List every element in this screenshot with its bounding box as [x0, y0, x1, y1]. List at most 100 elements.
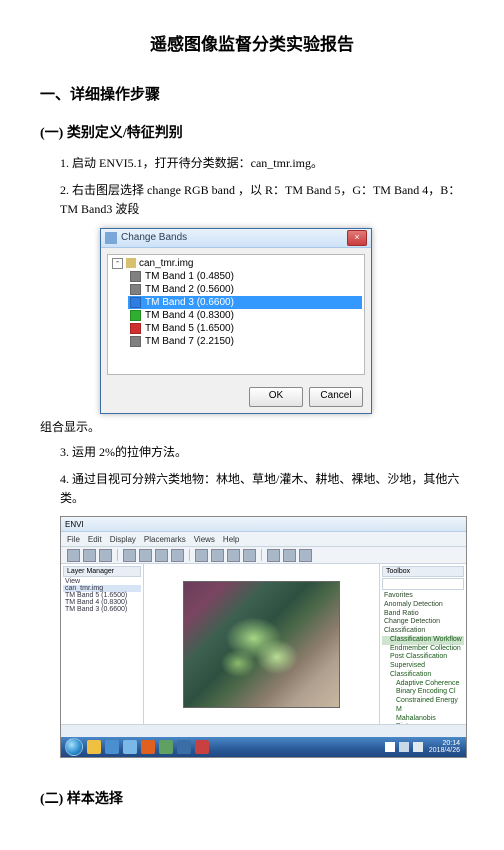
tray-clock[interactable]: 20:14 2018/4/26 [427, 740, 462, 754]
task-envi-icon[interactable] [195, 740, 209, 754]
bands-tree[interactable]: - can_tmr.img TM Band 1 (0.4850)TM Band … [107, 254, 365, 375]
band-label: TM Band 7 (2.2150) [145, 336, 234, 347]
task-wmp-icon[interactable] [123, 740, 137, 754]
menu-item[interactable]: Help [223, 535, 239, 544]
menu-item[interactable]: Display [110, 535, 136, 544]
envi-toolbar[interactable] [61, 547, 466, 564]
toolbar-stretch-icon[interactable] [267, 549, 280, 562]
toolbox-tree-item[interactable]: Anomaly Detection [382, 601, 464, 610]
toolbox-tree-item[interactable]: Change Detection [382, 618, 464, 627]
satellite-image[interactable] [183, 581, 340, 708]
close-icon[interactable]: × [347, 230, 367, 246]
toolbar-zoom-icon[interactable] [139, 549, 152, 562]
toolbox-search-input[interactable] [382, 578, 464, 590]
tree-root-label: can_tmr.img [139, 258, 193, 269]
band-item[interactable]: TM Band 1 (0.4850) [128, 270, 362, 283]
step-1: 1. 启动 ENVI5.1，打开待分类数据：can_tmr.img。 [60, 154, 464, 173]
layer-tree-item[interactable]: View [63, 578, 141, 585]
tree-root-item[interactable]: - can_tmr.img [110, 257, 362, 270]
toolbar-save-icon[interactable] [83, 549, 96, 562]
layer-tree-item[interactable]: TM Band 4 (0.8300) [63, 599, 141, 606]
toolbar-separator [261, 549, 262, 561]
band-label: TM Band 3 (0.6600) [145, 297, 234, 308]
tray-network-icon[interactable] [399, 742, 409, 752]
image-viewport[interactable] [144, 564, 379, 724]
layer-tree-item[interactable]: can_tmr.img [63, 585, 141, 592]
task-word-icon[interactable] [177, 740, 191, 754]
toolbar-data-icon[interactable] [99, 549, 112, 562]
step-2: 2. 右击图层选择 change RGB band ，以 R：TM Band 5… [60, 181, 464, 219]
band-label: TM Band 5 (1.6500) [145, 323, 234, 334]
toolbox-panel[interactable]: Toolbox FavoritesAnomaly DetectionBand R… [379, 564, 466, 724]
step-3: 3. 运用 2%的拉伸方法。 [60, 443, 464, 462]
layer-tree-item[interactable]: TM Band 5 (1.6500) [63, 592, 141, 599]
band-swatch-icon [130, 297, 141, 308]
step-4: 4. 通过目视可分辨六类地物：林地、草地/灌木、耕地、裸地、沙地，其他六类。 [60, 470, 464, 508]
toolbox-tree-item[interactable]: Supervised Classification [382, 662, 464, 680]
band-item[interactable]: TM Band 7 (2.2150) [128, 335, 362, 348]
toolbar-pan-icon[interactable] [123, 549, 136, 562]
band-swatch-icon [130, 271, 141, 282]
toolbox-tree-item[interactable]: Constrained Energy M [382, 697, 464, 715]
band-label: TM Band 1 (0.4850) [145, 271, 234, 282]
toolbar-crosshair-icon[interactable] [171, 549, 184, 562]
task-ie-icon[interactable] [105, 740, 119, 754]
menu-item[interactable]: File [67, 535, 80, 544]
subsection-heading-1: (一) 类别定义/特征判别 [40, 122, 464, 142]
band-swatch-icon [130, 310, 141, 321]
menu-item[interactable]: Placemarks [144, 535, 186, 544]
layer-manager-panel[interactable]: Layer Manager View can_tmr.img TM Band 5… [61, 564, 144, 724]
envi-main-window: ENVI FileEditDisplayPlacemarksViewsHelp … [60, 516, 467, 758]
toolbar-annot-icon[interactable] [195, 549, 208, 562]
toolbox-title: Toolbox [382, 566, 464, 577]
band-swatch-icon [130, 284, 141, 295]
tray-flag-icon[interactable] [385, 742, 395, 752]
cancel-button[interactable]: Cancel [309, 387, 363, 407]
toolbar-open-icon[interactable] [67, 549, 80, 562]
toolbar-separator [189, 549, 190, 561]
page-title: 遥感图像监督分类实验报告 [40, 30, 464, 55]
toolbar-cursor-icon[interactable] [283, 549, 296, 562]
toolbox-tree-item[interactable]: Endmember Collection [382, 645, 464, 654]
toolbar-text-icon[interactable] [211, 549, 224, 562]
band-item[interactable]: TM Band 2 (0.5600) [128, 283, 362, 296]
toolbox-tree-item[interactable]: Classification [382, 627, 464, 636]
layer-tree-item[interactable]: TM Band 3 (0.6600) [63, 606, 141, 613]
task-app1-icon[interactable] [141, 740, 155, 754]
band-item[interactable]: TM Band 4 (0.8300) [128, 309, 362, 322]
change-bands-dialog: Change Bands × - can_tmr.img TM Band 1 (… [100, 228, 372, 414]
toolbar-select-icon[interactable] [155, 549, 168, 562]
task-explorer-icon[interactable] [87, 740, 101, 754]
toolbox-tree-item[interactable]: Favorites [382, 592, 464, 601]
toolbox-tree-item[interactable]: Binary Encoding Cl [382, 688, 464, 697]
file-icon [126, 258, 136, 268]
tray-volume-icon[interactable] [413, 742, 423, 752]
section-heading-1: 一、详细操作步骤 [40, 83, 464, 104]
ok-button[interactable]: OK [249, 387, 303, 407]
windows-taskbar[interactable]: 20:14 2018/4/26 [61, 737, 466, 757]
toolbox-tree-item[interactable]: Classification Workflow [382, 636, 464, 645]
band-item[interactable]: TM Band 3 (0.6600) [128, 296, 362, 309]
task-app2-icon[interactable] [159, 740, 173, 754]
layer-manager-title: Layer Manager [63, 566, 141, 577]
toolbar-vector-icon[interactable] [227, 549, 240, 562]
toolbox-tree-item[interactable]: Band Ratio [382, 610, 464, 619]
envi-menubar[interactable]: File Edit Display Placemarks Views Help [61, 532, 466, 547]
envi-titlebar[interactable]: ENVI [61, 517, 466, 532]
menu-item[interactable]: Edit [88, 535, 102, 544]
toolbox-tree-item[interactable]: Adaptive Coherence [382, 680, 464, 689]
band-item[interactable]: TM Band 5 (1.6500) [128, 322, 362, 335]
dialog-titlebar[interactable]: Change Bands × [101, 229, 371, 248]
menu-item[interactable]: Views [194, 535, 215, 544]
toolbar-goto-icon[interactable] [299, 549, 312, 562]
toolbox-tree-item[interactable]: Post Classification [382, 653, 464, 662]
toolbar-roi-icon[interactable] [243, 549, 256, 562]
start-button[interactable] [65, 738, 83, 756]
tree-collapse-icon[interactable]: - [112, 258, 123, 269]
step-2-cont: 组合显示。 [40, 418, 464, 435]
envi-statusbar [61, 724, 466, 737]
band-swatch-icon [130, 323, 141, 334]
toolbox-tree-item[interactable]: Mahalanobis Distance [382, 715, 464, 725]
band-label: TM Band 4 (0.8300) [145, 310, 234, 321]
app-icon [105, 232, 117, 244]
